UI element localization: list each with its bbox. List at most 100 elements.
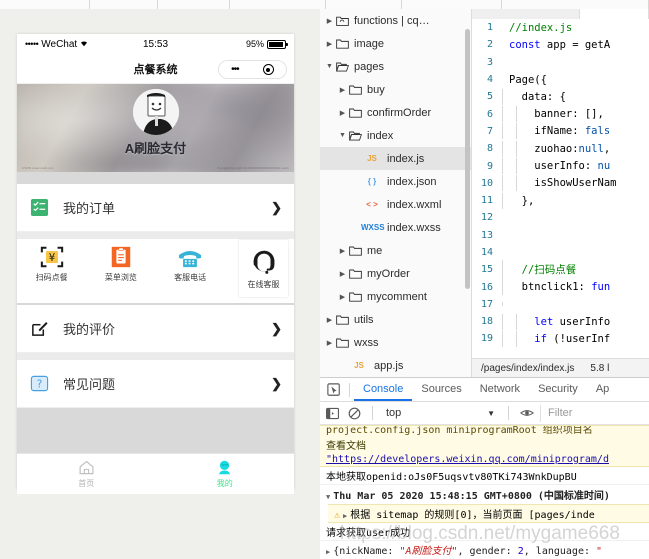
window-tab-1[interactable] bbox=[90, 0, 158, 9]
code-text: let userInfo bbox=[500, 313, 610, 330]
chevron-right-icon[interactable]: ▶ bbox=[337, 109, 348, 117]
tree-node-index-wxml[interactable]: < > index.wxml bbox=[320, 193, 471, 216]
chevron-down-icon[interactable]: ▼ bbox=[324, 63, 335, 70]
code-line[interactable]: 18 let userInfo bbox=[472, 313, 649, 330]
code-line[interactable]: 9 userInfo: nu bbox=[472, 157, 649, 175]
window-tab-5[interactable] bbox=[402, 0, 502, 9]
tabbar-label: 首页 bbox=[78, 479, 95, 488]
tree-node-index-json[interactable]: { } index.json bbox=[320, 170, 471, 193]
live-expression-icon[interactable] bbox=[518, 405, 535, 422]
code-line[interactable]: 13 bbox=[472, 227, 649, 244]
code-line[interactable]: 12 bbox=[472, 209, 649, 226]
quick-action-service-phone[interactable]: 客服电话 bbox=[156, 245, 225, 283]
code-line[interactable]: 5 data: { bbox=[472, 88, 649, 105]
code-line[interactable]: 7 ifName: fals bbox=[472, 123, 649, 140]
chevron-right-icon[interactable]: ▶ bbox=[324, 339, 335, 347]
console-warning-doc-label[interactable]: 查看文档 bbox=[320, 436, 649, 453]
console-group-header[interactable]: ▼ Thu Mar 05 2020 15:48:15 GMT+0800 (中国标准… bbox=[320, 485, 649, 504]
code-line[interactable]: 8 zuohao:null, bbox=[472, 140, 649, 157]
tree-node-index-wxss[interactable]: WXSS index.wxss bbox=[320, 216, 471, 239]
code-line[interactable]: 17 bbox=[472, 296, 649, 313]
show-console-sidebar-icon[interactable] bbox=[324, 405, 341, 422]
code-line[interactable]: 14 bbox=[472, 244, 649, 261]
chevron-right-icon[interactable]: ▶ bbox=[337, 247, 348, 255]
editor-tab-inactive[interactable] bbox=[472, 9, 580, 19]
editor-tab-bar[interactable] bbox=[472, 9, 649, 19]
quick-action-browse-menu[interactable]: 菜单浏览 bbox=[86, 245, 155, 283]
file-tree-scrollbar[interactable] bbox=[465, 29, 470, 289]
chevron-right-icon[interactable]: ▶ bbox=[324, 316, 335, 324]
console-object-expand[interactable]: ▶ {nickName: "A刷脸支付", gender: 2, language… bbox=[320, 541, 649, 558]
chevron-down-icon[interactable]: ▼ bbox=[337, 132, 348, 139]
online-support-label: 在线客服 bbox=[247, 280, 280, 289]
page-title: 点餐系统 bbox=[133, 63, 178, 76]
console-warning-sitemap[interactable]: ⚠ ▶ 根据 sitemap 的规则[0]，当前页面 [pages/inde bbox=[328, 504, 649, 523]
tree-node-myorder[interactable]: ▶ myOrder bbox=[320, 262, 471, 285]
console-filter-input[interactable]: Filter bbox=[540, 404, 649, 422]
devtools-tab-console[interactable]: Console bbox=[354, 378, 413, 401]
online-support-button[interactable]: 在线客服 bbox=[239, 240, 288, 297]
devtools-tab-ap[interactable]: Ap bbox=[587, 378, 618, 401]
list-item-my-reviews[interactable]: 我的评价 ❯ bbox=[17, 305, 294, 353]
devtools-tab-security[interactable]: Security bbox=[529, 378, 587, 401]
console-warning-doc-link[interactable]: "https://developers.weixin.qq.com/minipr… bbox=[320, 453, 649, 467]
list-item-faq[interactable]: ? 常见问题 ❯ bbox=[17, 360, 294, 408]
quick-action-scan-order[interactable]: ¥ 扫码点餐 bbox=[17, 245, 86, 283]
tree-node-pages[interactable]: ▼ pages bbox=[320, 55, 471, 78]
tree-node-buy[interactable]: ▶ buy bbox=[320, 78, 471, 101]
code-line[interactable]: 2 const app = getA bbox=[472, 36, 649, 53]
console-context-select[interactable]: top ▼ bbox=[382, 407, 499, 419]
folder-icon bbox=[348, 268, 363, 279]
window-tab-6[interactable] bbox=[502, 0, 649, 9]
code-line[interactable]: 1 //index.js bbox=[472, 19, 649, 36]
chevron-right-icon[interactable]: ▶ bbox=[337, 86, 348, 94]
close-target-icon[interactable] bbox=[262, 64, 274, 75]
tree-node-confirmorder[interactable]: ▶ confirmOrder bbox=[320, 101, 471, 124]
tabbar-item-profile[interactable]: 我的 bbox=[156, 454, 295, 494]
clear-console-icon[interactable] bbox=[346, 405, 363, 422]
devtools-tab-network[interactable]: Network bbox=[471, 378, 529, 401]
code-line[interactable]: 3 bbox=[472, 54, 649, 71]
code-line[interactable]: 10 isShowUserNam bbox=[472, 175, 649, 192]
tree-node-wxss[interactable]: ▶ wxss bbox=[320, 331, 471, 354]
tree-node-mycomment[interactable]: ▶ mycomment bbox=[320, 285, 471, 308]
window-tab-2[interactable] bbox=[158, 0, 230, 9]
tree-node-index[interactable]: ▼ index bbox=[320, 124, 471, 147]
chevron-right-icon[interactable]: ▶ bbox=[337, 270, 348, 278]
code-line[interactable]: 16 btnclick1: fun bbox=[472, 278, 649, 296]
tabbar-item-home[interactable]: 首页 bbox=[17, 454, 156, 494]
code-content[interactable]: 1 //index.js 2 const app = getA 3 4 Page({5 da… bbox=[472, 19, 649, 359]
code-line[interactable]: 11 }, bbox=[472, 192, 649, 209]
tree-node-me[interactable]: ▶ me bbox=[320, 239, 471, 262]
list-item-my-orders[interactable]: 我的订单 ❯ bbox=[17, 184, 294, 232]
tree-node-functions-cq-[interactable]: ▶ functions | cq… bbox=[320, 9, 471, 32]
window-tab-3[interactable] bbox=[230, 0, 326, 9]
chevron-right-icon[interactable]: ▶ bbox=[324, 17, 335, 25]
console-log-message[interactable]: 本地获取openid:oJs0F5uqsvtv80TKi743WnkDupBU bbox=[320, 467, 649, 485]
console-output[interactable]: project.config.json miniprogramRoot 组织项目… bbox=[320, 425, 649, 559]
window-tab-4[interactable] bbox=[326, 0, 402, 9]
editor-tab-active[interactable] bbox=[580, 9, 649, 19]
chevron-down-icon[interactable]: ▼ bbox=[487, 409, 495, 418]
capsule-button-group[interactable]: ••• bbox=[218, 60, 287, 79]
inspect-element-icon[interactable] bbox=[323, 379, 345, 401]
tree-node-utils[interactable]: ▶ utils bbox=[320, 308, 471, 331]
console-warning-clipped[interactable]: project.config.json miniprogramRoot 组织项目… bbox=[320, 425, 649, 436]
devtools-tab-sources[interactable]: Sources bbox=[412, 378, 470, 401]
code-line[interactable]: 6 banner: [], bbox=[472, 105, 649, 123]
code-line[interactable]: 4 Page({ bbox=[472, 71, 649, 88]
code-line[interactable]: 15 //扫码点餐 bbox=[472, 260, 649, 280]
console-log-message[interactable]: 请求获取user成功 bbox=[320, 523, 649, 541]
chevron-right-icon[interactable]: ▶ bbox=[337, 293, 348, 301]
window-tab-0[interactable] bbox=[0, 0, 90, 9]
tree-node-image[interactable]: ▶ image bbox=[320, 32, 471, 55]
code-line[interactable]: 19 if (!userInf bbox=[472, 330, 649, 347]
devtools-tab-bar[interactable]: Console Sources Network Security Ap bbox=[320, 378, 649, 402]
tree-node-index-js[interactable]: JS index.js bbox=[320, 147, 471, 170]
more-menu-icon[interactable]: ••• bbox=[231, 64, 239, 75]
chevron-right-icon[interactable]: ▶ bbox=[324, 40, 335, 48]
file-explorer-tree[interactable]: ▶ functions | cq… ▶ image ▼ pages ▶ buy ▶ confirm… bbox=[320, 9, 472, 377]
console-toolbar[interactable]: top ▼ Filter bbox=[320, 402, 649, 425]
list-separator bbox=[17, 353, 294, 360]
tree-node-app-js[interactable]: JS app.js bbox=[320, 354, 471, 377]
